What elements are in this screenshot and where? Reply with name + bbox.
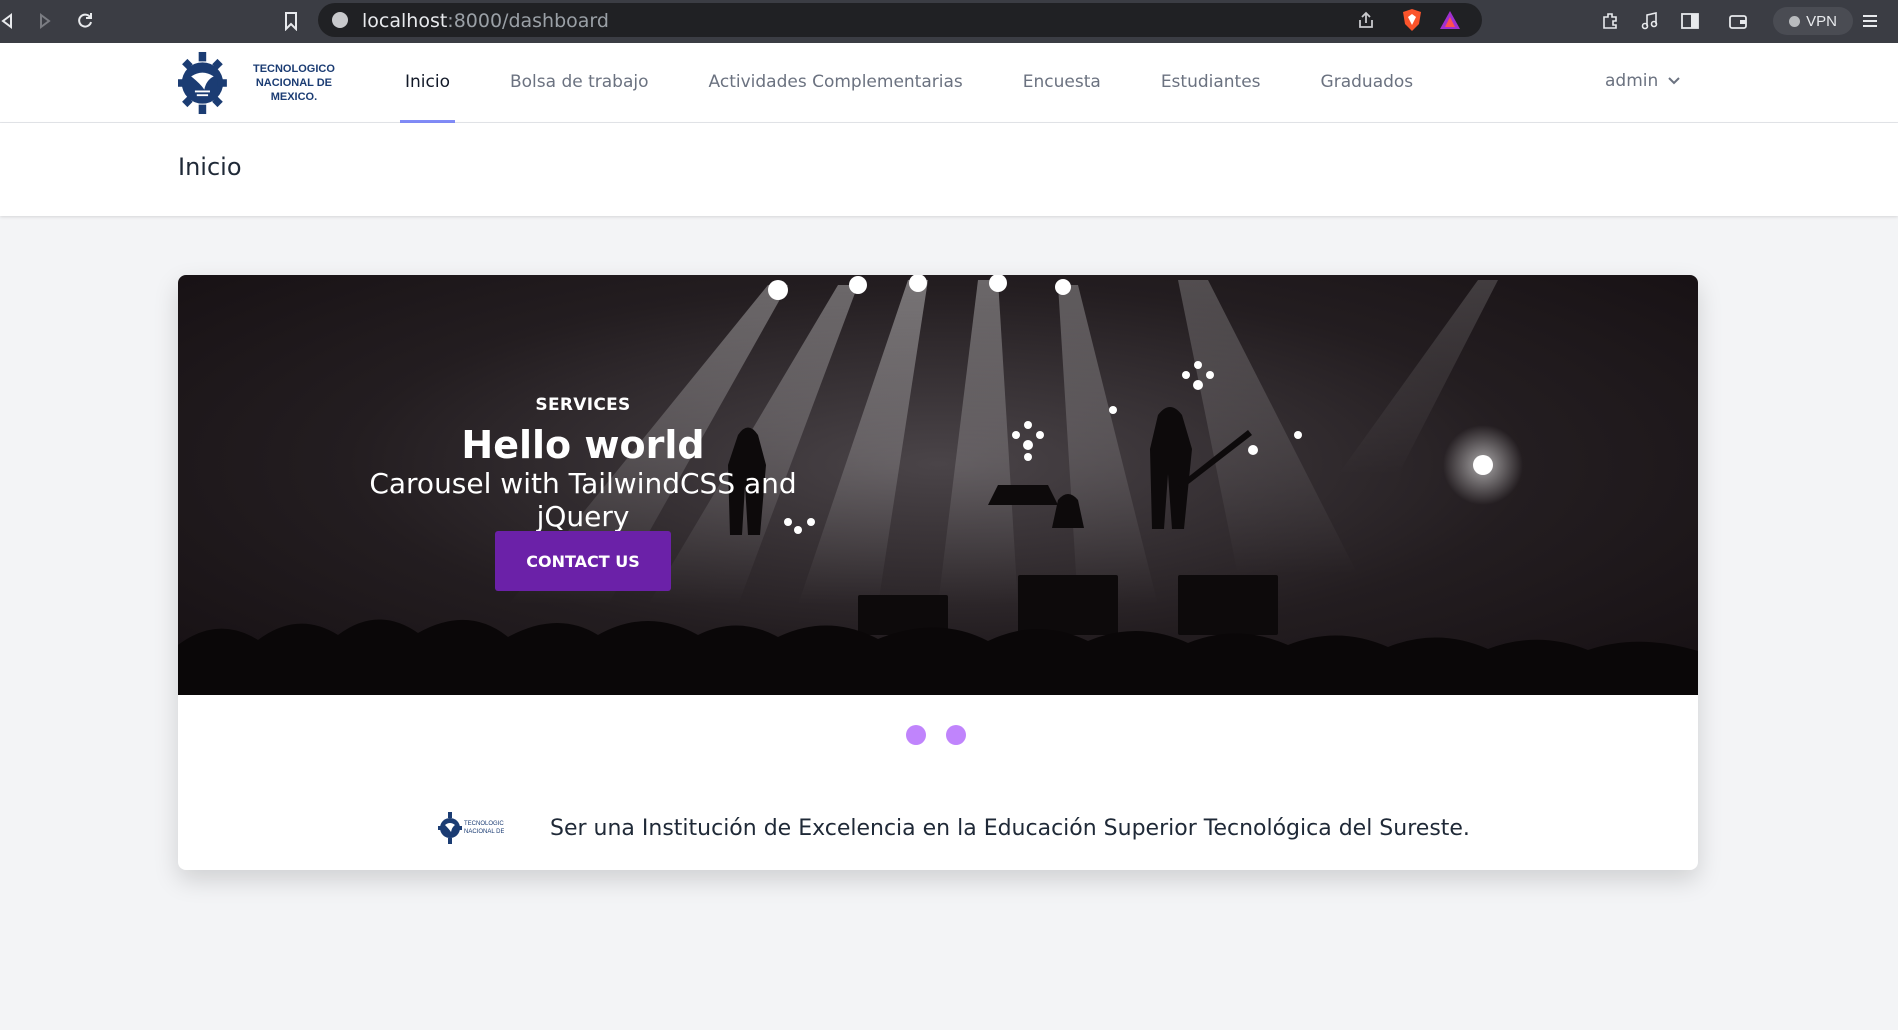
brave-rewards-icon[interactable] [1438, 9, 1462, 31]
forward-icon[interactable] [32, 8, 58, 34]
carousel-slide[interactable]: SERVICES Hello world Carousel with Tailw… [178, 275, 1698, 695]
tecnm-logo[interactable]: TECNOLOGICO NACIONAL DE MEXICO. [178, 46, 353, 120]
nav-bolsa-de-trabajo[interactable]: Bolsa de trabajo [505, 43, 654, 123]
main-nav: Inicio Bolsa de trabajo Actividades Comp… [400, 43, 1468, 123]
dashboard-card: SERVICES Hello world Carousel with Tailw… [178, 275, 1698, 870]
gear-eagle-icon [178, 51, 227, 115]
caption-headline: Hello world [461, 423, 705, 467]
small-logo-text-1: TECNOLOGICO [464, 821, 504, 827]
page-title: Inicio [178, 153, 242, 181]
back-icon[interactable] [0, 8, 20, 34]
logo-text-line1: TECNOLOGICO [252, 63, 335, 75]
mission-statement: TECNOLOGICO NACIONAL DE MEXICO. Ser una … [438, 795, 1470, 861]
brave-shield-icon[interactable] [1401, 8, 1423, 32]
logo-text: TECNOLOGICO NACIONAL DE MEXICO. [235, 62, 353, 104]
site-info-icon[interactable] [332, 12, 348, 28]
share-icon[interactable] [1356, 10, 1376, 30]
carousel-indicators [906, 725, 966, 745]
nav-graduados[interactable]: Graduados [1316, 43, 1419, 123]
vpn-status-icon [1789, 15, 1801, 27]
music-icon[interactable] [1640, 11, 1660, 31]
chevron-down-icon [1668, 77, 1680, 85]
vpn-button[interactable]: VPN [1773, 7, 1853, 35]
reload-icon[interactable] [72, 8, 98, 34]
logo-text-line2: NACIONAL DE MEXICO. [255, 77, 333, 103]
nav-encuesta[interactable]: Encuesta [1018, 43, 1106, 123]
extensions-icon[interactable] [1600, 11, 1620, 31]
user-name: admin [1605, 71, 1659, 91]
wallet-icon[interactable] [1728, 11, 1748, 31]
nav-estudiantes[interactable]: Estudiantes [1156, 43, 1266, 123]
carousel-indicator-2[interactable] [946, 725, 966, 745]
carousel-indicator-1[interactable] [906, 725, 926, 745]
mission-text: Ser una Institución de Excelencia en la … [550, 815, 1470, 841]
address-bar[interactable]: localhost:8000/dashboard [318, 3, 1482, 37]
caption-subtitle: Carousel with TailwindCSS and jQuery [369, 467, 797, 533]
vpn-label: VPN [1806, 12, 1837, 30]
small-logo-text-2: NACIONAL DE MEXICO. [464, 829, 504, 835]
browser-toolbar: localhost:8000/dashboard VPN [0, 0, 1898, 43]
carousel-caption: SERVICES Hello world Carousel with Tailw… [323, 395, 843, 533]
app-navbar: TECNOLOGICO NACIONAL DE MEXICO. Inicio B… [0, 43, 1898, 123]
sidebar-icon[interactable] [1680, 11, 1700, 31]
nav-inicio[interactable]: Inicio [400, 43, 455, 123]
caption-kicker: SERVICES [535, 395, 631, 415]
nav-actividades-complementarias[interactable]: Actividades Complementarias [704, 43, 968, 123]
gear-eagle-small-icon: TECNOLOGICO NACIONAL DE MEXICO. [438, 812, 504, 844]
menu-icon[interactable] [1860, 11, 1880, 31]
user-menu[interactable]: admin [1605, 71, 1680, 91]
url-text: localhost:8000/dashboard [362, 10, 609, 32]
page-header: Inicio [0, 123, 1898, 216]
bookmark-icon[interactable] [278, 8, 304, 34]
tecnm-small-logo: TECNOLOGICO NACIONAL DE MEXICO. [438, 795, 504, 861]
contact-us-button[interactable]: CONTACT US [495, 531, 671, 591]
